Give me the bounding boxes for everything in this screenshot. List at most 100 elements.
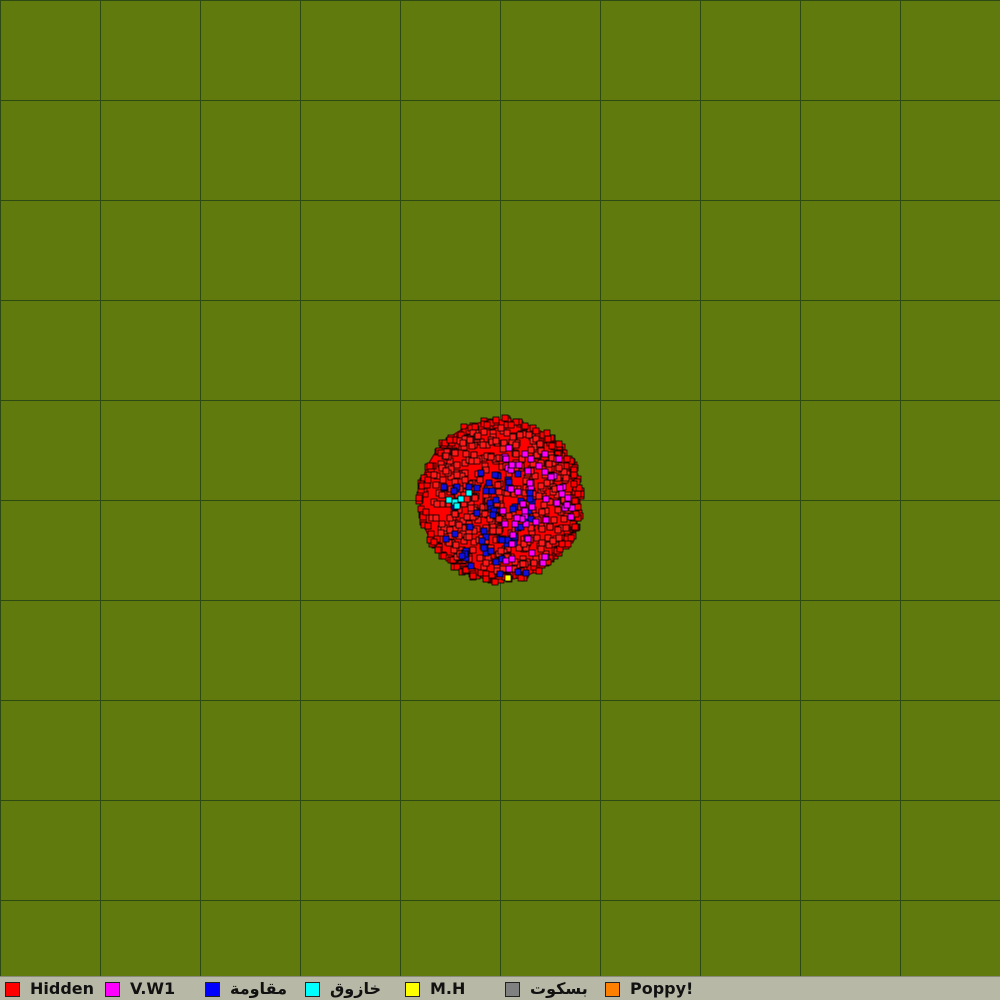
red-cell (463, 495, 471, 503)
cyan-cell (457, 495, 465, 503)
red-cell (558, 540, 566, 548)
red-cell (570, 480, 578, 488)
magenta-cell (507, 485, 515, 493)
red-cell (574, 490, 582, 498)
blue-cell (467, 562, 475, 570)
legend-swatch (205, 981, 220, 997)
red-cell (571, 523, 579, 531)
magenta-cell (558, 490, 566, 498)
red-cell (479, 441, 487, 449)
red-cell (430, 471, 438, 479)
legend-label: مقاومة (230, 979, 287, 998)
red-cell (521, 422, 529, 430)
red-cell (453, 471, 461, 479)
red-cell (470, 451, 478, 459)
red-cell (550, 516, 558, 524)
red-cell (497, 424, 505, 432)
red-cell (562, 474, 570, 482)
magenta-cell (526, 479, 534, 487)
blue-cell (526, 489, 534, 497)
blue-cell (450, 487, 458, 495)
red-cell (426, 462, 434, 470)
red-cell (512, 441, 520, 449)
magenta-cell (515, 461, 523, 469)
red-cell (489, 527, 497, 535)
blue-cell (487, 547, 495, 555)
red-cell (519, 560, 527, 568)
magenta-cell (505, 565, 513, 573)
red-cell (548, 442, 556, 450)
legend-swatch (405, 981, 420, 997)
blue-cell (486, 499, 494, 507)
red-cell (480, 428, 488, 436)
red-cell (438, 491, 446, 499)
red-cell (455, 521, 463, 529)
red-cell (543, 479, 551, 487)
red-cell (571, 497, 579, 505)
red-cell (439, 476, 447, 484)
magenta-cell (501, 520, 509, 528)
game-map[interactable] (0, 0, 1000, 976)
magenta-cell (502, 557, 510, 565)
red-cell (492, 416, 500, 424)
magenta-cell (524, 467, 532, 475)
blue-cell (488, 487, 496, 495)
legend-bar: Hidden V.W1 مقاومة خازوق M.H بسكوت Poppy… (0, 976, 1000, 1000)
red-cell (415, 494, 423, 502)
magenta-cell (521, 450, 529, 458)
blue-cell (496, 570, 504, 578)
blue-cell (442, 535, 450, 543)
red-cell (507, 421, 515, 429)
red-cell (451, 449, 459, 457)
magenta-cell (509, 531, 517, 539)
cyan-cell (453, 502, 461, 510)
magenta-cell (564, 494, 572, 502)
magenta-cell (527, 455, 535, 463)
magenta-cell (513, 514, 521, 522)
red-cell (540, 501, 548, 509)
legend-swatch (305, 981, 320, 997)
red-cell (476, 554, 484, 562)
blue-cell (451, 530, 459, 538)
red-cell (560, 515, 568, 523)
red-cell (503, 429, 511, 437)
blue-cell (485, 479, 493, 487)
blue-cell (473, 484, 481, 492)
red-cell (476, 476, 484, 484)
magenta-cell (508, 461, 516, 469)
blue-cell (514, 568, 522, 576)
magenta-cell (542, 516, 550, 524)
red-cell (555, 440, 563, 448)
red-cell (468, 442, 476, 450)
red-cell (516, 431, 524, 439)
red-cell (495, 488, 503, 496)
legend-item-hidden: Hidden (5, 980, 94, 998)
red-cell (536, 440, 544, 448)
legend-label: Poppy! (630, 979, 694, 998)
red-cell (471, 423, 479, 431)
red-cell (538, 539, 546, 547)
magenta-cell (511, 520, 519, 528)
blue-cell (480, 527, 488, 535)
magenta-cell (528, 503, 536, 511)
red-cell (532, 427, 540, 435)
blue-cell (473, 509, 481, 517)
red-cell (538, 508, 546, 516)
red-cell (505, 512, 513, 520)
territory-cluster (415, 414, 585, 586)
blue-cell (514, 470, 522, 478)
magenta-cell (514, 488, 522, 496)
blue-cell (482, 487, 490, 495)
blue-cell (465, 483, 473, 491)
red-cell (430, 538, 438, 546)
magenta-cell (505, 444, 513, 452)
legend-label: خازوق (330, 979, 381, 998)
red-cell (432, 481, 440, 489)
legend-item-mh: M.H (405, 980, 465, 998)
blue-cell (466, 523, 474, 531)
red-cell (487, 453, 495, 461)
blue-cell (522, 569, 530, 577)
red-cell (459, 439, 467, 447)
red-cell (492, 437, 500, 445)
red-cell (509, 433, 517, 441)
